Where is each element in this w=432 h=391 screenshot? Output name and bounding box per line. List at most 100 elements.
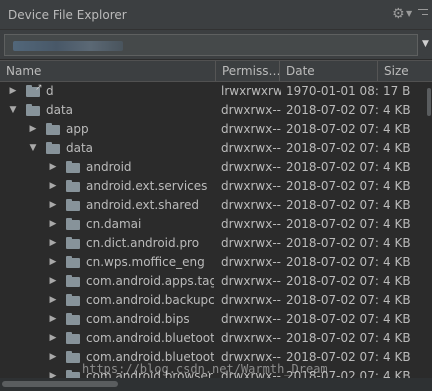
tree-row[interactable]: ▶ ↗d lrwxrwxrwx 1970-01-01 08:00 17 B — [0, 82, 426, 101]
tree-row[interactable]: ▶ cn.wps.moffice_eng drwxrwx--x 2018-07-02 … — [0, 253, 426, 272]
file-permissions: drwxrwx--x — [221, 198, 281, 212]
horizontal-scroll-thumb[interactable] — [2, 381, 118, 387]
collapsed-arrow-icon[interactable]: ▶ — [48, 329, 58, 348]
file-name: android.ext.shared — [86, 198, 200, 212]
vertical-scroll-thumb[interactable] — [427, 88, 431, 116]
file-permissions: drwxrwx--x — [221, 103, 281, 117]
tree-row[interactable]: ▶ android drwxrwx--x 2018-07-02 07:1 4 KB — [0, 158, 426, 177]
tree-row[interactable]: ▶ com.android.bluetooth drwxrwx--x 2018-07-… — [0, 329, 426, 348]
file-size: 4 KB — [383, 236, 411, 250]
folder-icon — [66, 313, 80, 325]
collapsed-arrow-icon[interactable]: ▶ — [48, 291, 58, 310]
hide-panel-icon[interactable] — [418, 5, 428, 21]
collapsed-arrow-icon[interactable]: ▶ — [48, 310, 58, 329]
column-header-size[interactable]: Size — [378, 61, 432, 81]
file-size: 4 KB — [383, 255, 411, 269]
file-date: 2018-07-02 07:1 — [286, 217, 378, 231]
file-permissions: drwxrwx--x — [221, 255, 281, 269]
file-permissions: drwxrwx--x — [221, 217, 281, 231]
horizontal-scrollbar[interactable] — [0, 378, 432, 391]
file-date: 2018-07-02 07:1 — [286, 141, 378, 155]
file-name: com.android.apps.tag — [86, 274, 214, 288]
collapsed-arrow-icon[interactable]: ▶ — [8, 82, 18, 101]
expanded-arrow-icon[interactable]: ▼ — [8, 101, 18, 120]
file-name: data — [46, 103, 74, 117]
file-name: android — [86, 160, 132, 174]
tree-row[interactable]: ▶ app drwxrwx--x 2018-07-02 07:1 4 KB — [0, 120, 426, 139]
file-size: 4 KB — [383, 350, 411, 364]
collapsed-arrow-icon[interactable]: ▶ — [48, 253, 58, 272]
file-size: 4 KB — [383, 160, 411, 174]
file-name: com.android.bluetooth — [86, 331, 214, 345]
tree-row[interactable]: ▶ com.android.backupconfirm drwxrwx--x 2018… — [0, 291, 426, 310]
folder-icon — [66, 275, 80, 287]
file-size: 4 KB — [383, 331, 411, 345]
file-date: 2018-07-02 07:1 — [286, 103, 378, 117]
file-date: 2018-07-02 07:1 — [286, 331, 378, 345]
collapsed-arrow-icon[interactable]: ▶ — [48, 348, 58, 367]
folder-icon — [66, 237, 80, 249]
file-date: 2018-07-02 07:1 — [286, 179, 378, 193]
file-size: 4 KB — [383, 179, 411, 193]
folder-icon — [66, 199, 80, 211]
expanded-arrow-icon[interactable]: ▼ — [28, 139, 38, 158]
file-permissions: drwxrwx--x — [221, 312, 281, 326]
collapsed-arrow-icon[interactable]: ▶ — [48, 158, 58, 177]
file-name: app — [66, 122, 89, 136]
folder-icon — [66, 180, 80, 192]
tree-row[interactable]: ▶ cn.dict.android.pro drwxrwx--x 2018-07-02… — [0, 234, 426, 253]
folder-icon — [66, 256, 80, 268]
file-name: com.android.bips — [86, 312, 190, 326]
tree-row[interactable]: ▶ android.ext.services drwxrwx--x 2018-07-0… — [0, 177, 426, 196]
column-header-permissions[interactable]: Permiss… — [216, 61, 280, 81]
file-size: 4 KB — [383, 274, 411, 288]
folder-icon — [26, 104, 40, 116]
vertical-scrollbar[interactable] — [426, 82, 432, 378]
tree-row[interactable]: ▶ com.android.bips drwxrwx--x 2018-07-02 07… — [0, 310, 426, 329]
table-header: Name Permiss… Date Size — [0, 60, 432, 82]
folder-icon — [66, 332, 80, 344]
device-dropdown-chevron-icon[interactable]: ▼ — [422, 39, 429, 49]
column-header-name[interactable]: Name — [0, 61, 216, 81]
folder-icon — [66, 294, 80, 306]
file-size: 17 B — [383, 84, 411, 98]
file-name: android.ext.services — [86, 179, 208, 193]
file-permissions: drwxrwx--x — [221, 331, 281, 345]
file-date: 2018-07-02 07:1 — [286, 198, 378, 212]
file-date: 2018-07-02 07:1 — [286, 236, 378, 250]
file-date: 2018-07-02 07:1 — [286, 255, 378, 269]
tree-row[interactable]: ▶ com.android.apps.tag drwxrwx--x 2018-07-0… — [0, 272, 426, 291]
tree-row[interactable]: ▼ data drwxrwx--x 2018-07-02 07:1 4 KB — [0, 139, 426, 158]
tree-row[interactable]: ▶ cn.damai drwxrwx--x 2018-07-02 07:1 4 KB — [0, 215, 426, 234]
column-header-date[interactable]: Date — [280, 61, 378, 81]
collapsed-arrow-icon[interactable]: ▶ — [28, 120, 38, 139]
symlink-arrow-icon: ↗ — [35, 83, 43, 93]
file-name: cn.damai — [86, 217, 142, 231]
collapsed-arrow-icon[interactable]: ▶ — [48, 215, 58, 234]
file-permissions: drwxrwx--x — [221, 122, 281, 136]
device-selector-dropdown[interactable] — [4, 34, 418, 56]
collapsed-arrow-icon[interactable]: ▶ — [48, 196, 58, 215]
tree-row[interactable]: ▼ data drwxrwx--x 2018-07-02 07:1 4 KB — [0, 101, 426, 120]
file-size: 4 KB — [383, 217, 411, 231]
file-size: 4 KB — [383, 141, 411, 155]
file-date: 1970-01-01 08:00 — [286, 84, 378, 98]
file-permissions: drwxrwx--x — [221, 274, 281, 288]
file-size: 4 KB — [383, 369, 411, 378]
tool-window-titlebar: Device File Explorer ⚙ ▼ — [0, 0, 432, 30]
file-size: 4 KB — [383, 103, 411, 117]
file-date: 2018-07-02 07:1 — [286, 312, 378, 326]
collapsed-arrow-icon[interactable]: ▶ — [48, 234, 58, 253]
collapsed-arrow-icon[interactable]: ▶ — [48, 177, 58, 196]
chevron-down-icon[interactable]: ▼ — [406, 9, 412, 18]
tree-row[interactable]: ▶ android.ext.shared drwxrwx--x 2018-07-02 … — [0, 196, 426, 215]
file-name: cn.dict.android.pro — [86, 236, 200, 250]
file-name: data — [66, 141, 94, 155]
folder-icon — [66, 161, 80, 173]
folder-icon — [66, 351, 80, 363]
collapsed-arrow-icon[interactable]: ▶ — [48, 367, 58, 378]
file-date: 2018-07-02 07:1 — [286, 122, 378, 136]
file-size: 4 KB — [383, 312, 411, 326]
collapsed-arrow-icon[interactable]: ▶ — [48, 272, 58, 291]
gear-icon[interactable]: ⚙ — [392, 6, 405, 22]
